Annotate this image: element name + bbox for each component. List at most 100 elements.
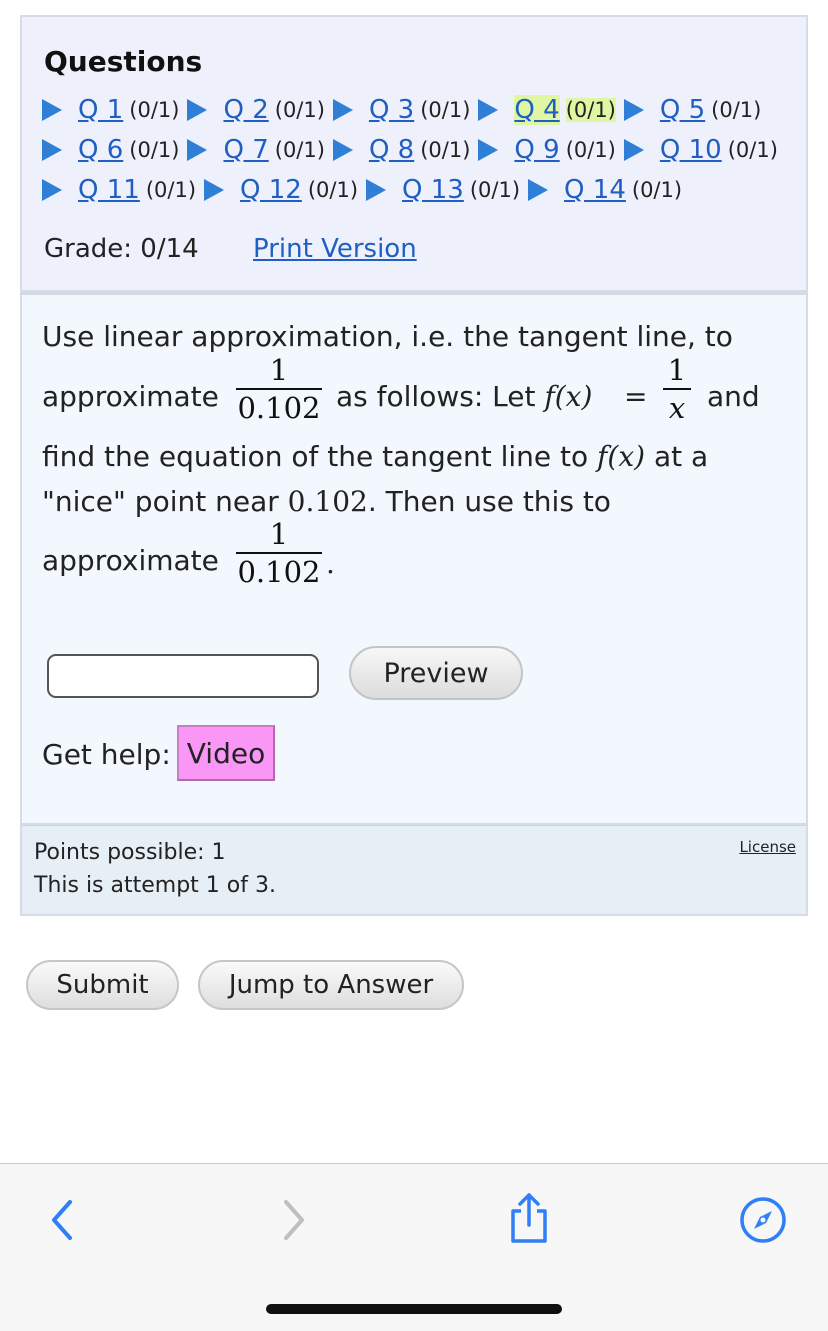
question-link[interactable]: Q 2 (223, 95, 268, 125)
share-icon[interactable] (506, 1189, 552, 1245)
question-nav-item[interactable]: Q 8 (0/1) (332, 135, 471, 165)
fraction-denominator: 0.102 (237, 391, 321, 425)
question-link[interactable]: Q 8 (369, 135, 414, 165)
question-nav-item[interactable]: Q 11 (0/1) (42, 175, 196, 205)
attempt-info-panel: Points possible: 1 This is attempt 1 of … (20, 825, 808, 916)
question-link[interactable]: Q 10 (660, 135, 722, 165)
question-link[interactable]: Q 1 (78, 95, 123, 125)
question-score: (0/1) (727, 138, 778, 162)
near-value: 0.102 (287, 485, 368, 518)
question-nav-item[interactable]: Q 2 (0/1) (187, 95, 325, 125)
problem-and: and (707, 380, 760, 413)
triangle-right-icon (204, 179, 225, 201)
question-nav-item[interactable]: Q 3 (0/1) (332, 95, 471, 125)
line-3-text-a: find the equation of the tangent line to (42, 440, 589, 473)
problem-as-follows: as follows: Let f(x) (336, 380, 592, 413)
submit-button[interactable]: Submit (26, 960, 179, 1010)
question-row: Q 1 (0/1) Q 2 (0/1) Q 3 (0/1) Q 4 (0/1) Q 5 (0/1) (42, 92, 769, 128)
question-nav-item[interactable]: Q 9 (0/1) (478, 135, 616, 165)
question-link[interactable]: Q 7 (223, 135, 268, 165)
question-score: (0/1) (145, 178, 197, 202)
question-link[interactable]: Q 9 (514, 135, 559, 165)
question-link[interactable]: Q 4 (514, 95, 560, 125)
question-score: (0/1) (274, 98, 325, 122)
question-link[interactable]: Q 11 (78, 175, 140, 205)
fraction-denominator: x (668, 391, 686, 425)
question-nav-item[interactable]: Q 1 (0/1) (42, 95, 179, 125)
question-nav-item[interactable]: Q 5 (0/1) (623, 95, 762, 125)
fraction-numerator: 1 (269, 353, 289, 387)
question-score: (0/1) (565, 98, 616, 122)
question-link[interactable]: Q 6 (78, 135, 123, 165)
question-score: (0/1) (631, 178, 683, 202)
triangle-right-icon (187, 139, 208, 161)
fraction-one-over-0102-2: 1 0.102 (236, 519, 322, 587)
question-link[interactable]: Q 13 (402, 175, 464, 205)
fraction-bar (663, 388, 691, 390)
question-score: (0/1) (420, 98, 471, 122)
question-row: Q 6 (0/1) Q 7 (0/1) Q 8 (0/1) Q 9 (0/1) Q 10 (0/1… (42, 132, 786, 168)
question-score: (0/1) (274, 138, 325, 162)
problem-approximate-word: approximate (42, 380, 219, 413)
sentence-period: . (326, 547, 335, 580)
triangle-right-icon (366, 179, 387, 201)
problem-line-3: find the equation of the tangent line to… (42, 440, 708, 473)
video-help-button[interactable]: Video (177, 725, 275, 781)
compass-icon[interactable] (738, 1195, 788, 1245)
question-score: (0/1) (129, 98, 180, 122)
as-follows-text: as follows: Let (336, 380, 536, 413)
home-indicator (266, 1304, 562, 1314)
questions-panel: Questions Q 1 (0/1) Q 2 (0/1) Q 3 (0/1) Q 4 (0/… (20, 15, 808, 292)
fraction-one-over-x: 1 x (663, 355, 691, 423)
triangle-right-icon (332, 139, 353, 161)
forward-icon[interactable] (276, 1196, 312, 1244)
triangle-right-icon (42, 99, 62, 121)
question-nav-item[interactable]: Q 14 (0/1) (528, 175, 682, 205)
points-possible: Points possible: 1 (34, 840, 226, 865)
question-nav-item[interactable]: Q 13 (0/1) (366, 175, 520, 205)
triangle-right-icon (528, 179, 549, 201)
question-row: Q 11 (0/1) Q 12 (0/1) Q 13 (0/1) Q 14 (0/1) (42, 172, 690, 208)
question-nav-item[interactable]: Q 7 (0/1) (187, 135, 325, 165)
fraction-bar (236, 388, 322, 390)
answer-input[interactable] (47, 654, 319, 698)
question-nav-item[interactable]: Q 10 (0/1) (623, 135, 778, 165)
question-score: (0/1) (469, 178, 521, 202)
line-4-text-b: . Then use this to (367, 485, 611, 518)
print-version-link[interactable]: Print Version (253, 234, 417, 264)
triangle-right-icon (478, 99, 499, 121)
line-3-text-b: at a (653, 440, 709, 473)
equals-sign: = (624, 380, 648, 413)
problem-line-1: Use linear approximation, i.e. the tange… (42, 320, 733, 353)
question-link[interactable]: Q 12 (240, 175, 302, 205)
triangle-right-icon (42, 139, 62, 161)
question-nav-item[interactable]: Q 4 (0/1) (478, 95, 616, 125)
fraction-numerator: 1 (269, 517, 289, 551)
preview-button[interactable]: Preview (349, 646, 523, 700)
fraction-bar (236, 552, 322, 554)
triangle-right-icon (623, 99, 644, 121)
fraction-numerator: 1 (667, 353, 687, 387)
problem-panel: Use linear approximation, i.e. the tange… (20, 292, 808, 825)
question-link[interactable]: Q 3 (369, 95, 414, 125)
question-score: (0/1) (307, 178, 359, 202)
triangle-right-icon (623, 139, 644, 161)
fraction-one-over-0102: 1 0.102 (236, 355, 322, 423)
license-link[interactable]: License (739, 838, 796, 856)
problem-line-4: "nice" point near 0.102. Then use this t… (42, 485, 611, 518)
triangle-right-icon (187, 99, 208, 121)
jump-to-answer-button[interactable]: Jump to Answer (198, 960, 464, 1010)
problem-approximate-word-2: approximate (42, 544, 219, 577)
question-score: (0/1) (565, 138, 616, 162)
triangle-right-icon (42, 179, 62, 201)
function-fx: f(x) (544, 380, 593, 413)
question-nav-item[interactable]: Q 6 (0/1) (42, 135, 179, 165)
question-link[interactable]: Q 14 (564, 175, 626, 205)
back-icon[interactable] (44, 1196, 80, 1244)
function-fx: f(x) (597, 440, 646, 473)
question-link[interactable]: Q 5 (660, 95, 705, 125)
fraction-denominator: 0.102 (237, 555, 321, 589)
question-score: (0/1) (711, 98, 762, 122)
question-nav-item[interactable]: Q 12 (0/1) (204, 175, 358, 205)
question-score: (0/1) (420, 138, 471, 162)
